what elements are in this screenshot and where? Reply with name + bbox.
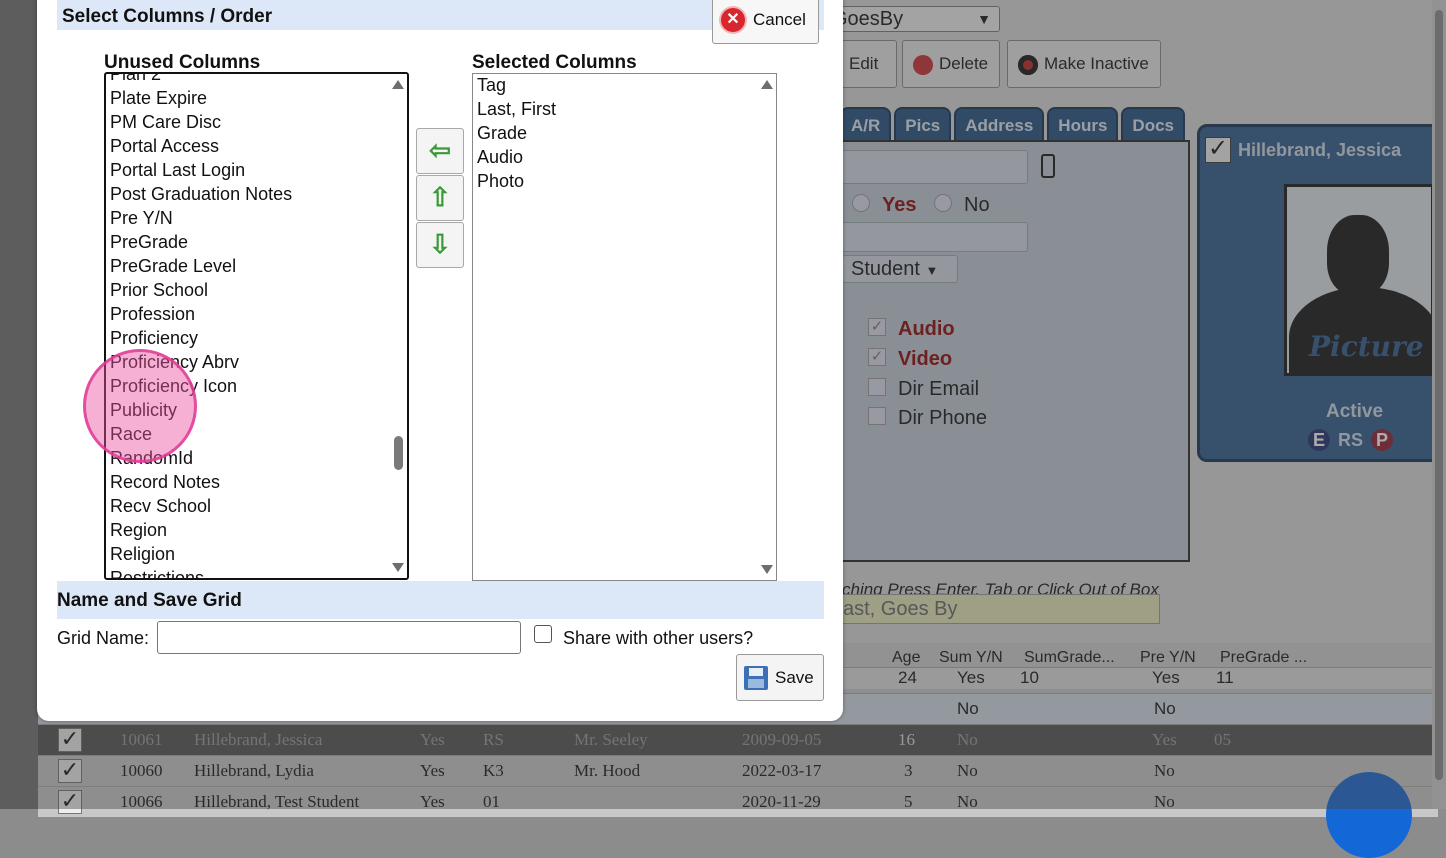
selected-columns-heading: Selected Columns	[472, 52, 637, 73]
list-item[interactable]: Proficiency Abrv	[109, 350, 385, 374]
list-item[interactable]: PM Care Disc	[109, 110, 385, 134]
list-item[interactable]: Prior School	[109, 278, 385, 302]
move-up-button[interactable]: ⇧	[416, 175, 464, 221]
selected-columns-list[interactable]: Tag Last, First Grade Audio Photo	[472, 73, 777, 581]
list-item[interactable]: Grade	[476, 121, 754, 145]
list-item[interactable]: Region	[109, 518, 385, 542]
list-item[interactable]: Post Graduation Notes	[109, 182, 385, 206]
list-item[interactable]: Photo	[476, 169, 754, 193]
selected-list-scrollbar[interactable]	[758, 74, 776, 580]
share-checkbox[interactable]	[534, 625, 552, 643]
dialog-title: Select Columns / Order	[57, 0, 824, 30]
select-columns-dialog: Select Columns / Order ✕ Cancel Unused C…	[37, 0, 843, 721]
grid-name-label: Grid Name:	[57, 628, 150, 648]
list-item[interactable]: PreGrade Level	[109, 254, 385, 278]
cancel-button[interactable]: ✕ Cancel	[712, 0, 819, 44]
list-item[interactable]: Religion	[109, 542, 385, 566]
scroll-down-arrow-icon[interactable]	[761, 565, 773, 574]
arrow-down-icon: ⇩	[429, 229, 451, 259]
save-button-label: Save	[775, 667, 814, 687]
move-left-button[interactable]: ⇦	[416, 128, 464, 174]
unused-columns-list[interactable]: Plan 2 Plate Expire PM Care Disc Portal Acc…	[104, 72, 409, 580]
list-item[interactable]: PreGrade	[109, 230, 385, 254]
list-item[interactable]: Plate Expire	[109, 86, 385, 110]
share-label: Share with other users?	[563, 628, 754, 648]
scroll-up-arrow-icon[interactable]	[392, 80, 404, 89]
list-item[interactable]: Proficiency	[109, 326, 385, 350]
unused-columns-heading: Unused Columns	[104, 52, 261, 73]
arrow-left-icon: ⇦	[429, 135, 451, 165]
selected-columns-items: Tag Last, First Grade Audio Photo	[476, 74, 754, 193]
floppy-disk-icon	[744, 665, 768, 690]
arrow-up-icon: ⇧	[429, 182, 451, 212]
save-grid-section: Name and Save Grid	[57, 581, 824, 619]
list-item[interactable]: Restrictions	[109, 566, 385, 578]
list-item[interactable]: Plan 2	[109, 74, 385, 86]
list-item[interactable]: Pre Y/N	[109, 206, 385, 230]
list-item[interactable]: RandomId	[109, 446, 385, 470]
list-item[interactable]: Portal Last Login	[109, 158, 385, 182]
list-item[interactable]: Record Notes	[109, 470, 385, 494]
list-item[interactable]: Race	[109, 422, 385, 446]
scroll-up-arrow-icon[interactable]	[761, 80, 773, 89]
grid-name-input[interactable]	[157, 621, 521, 654]
scrollbar-thumb[interactable]	[394, 436, 403, 470]
save-button[interactable]: Save	[736, 654, 824, 701]
list-item[interactable]: Portal Access	[109, 134, 385, 158]
list-item[interactable]: Profession	[109, 302, 385, 326]
list-item[interactable]: Publicity	[109, 398, 385, 422]
close-icon: ✕	[721, 7, 745, 32]
cancel-button-label: Cancel	[753, 9, 806, 29]
list-item[interactable]: Tag	[476, 74, 754, 97]
unused-list-scrollbar[interactable]	[389, 74, 407, 578]
move-down-button[interactable]: ⇩	[416, 222, 464, 268]
list-item[interactable]: Audio	[476, 145, 754, 169]
list-item[interactable]: Proficiency Icon	[109, 374, 385, 398]
list-item[interactable]: Recv School	[109, 494, 385, 518]
scroll-down-arrow-icon[interactable]	[392, 563, 404, 572]
list-item[interactable]: Last, First	[476, 97, 754, 121]
unused-columns-items: Plan 2 Plate Expire PM Care Disc Portal Acc…	[109, 74, 385, 578]
